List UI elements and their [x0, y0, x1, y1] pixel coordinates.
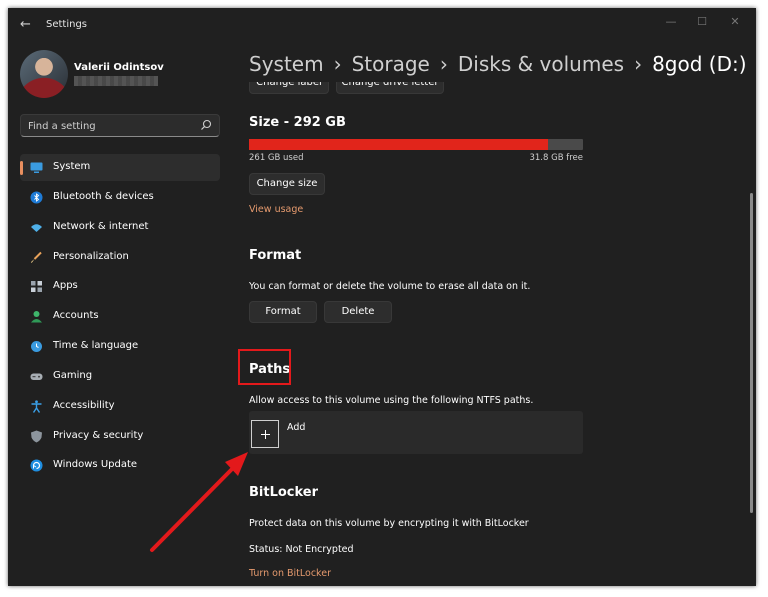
- back-arrow-icon[interactable]: ←: [20, 18, 34, 32]
- brush-icon: [31, 251, 42, 263]
- breadcrumb-disks-volumes[interactable]: Disks & volumes: [458, 52, 624, 76]
- sidebar-item-bluetooth[interactable]: Bluetooth & devices: [20, 184, 220, 211]
- annotation-highlight-box: [238, 349, 291, 385]
- sidebar-item-label: Apps: [53, 280, 78, 292]
- format-button[interactable]: Format: [249, 301, 317, 323]
- settings-window: ← Settings — ☐ ✕ Valerii Odintsov System…: [8, 8, 756, 586]
- paths-description: Allow access to this volume using the fo…: [249, 395, 534, 406]
- add-label: Add: [287, 422, 306, 433]
- search-box[interactable]: [20, 114, 220, 137]
- change-size-button[interactable]: Change size: [249, 173, 325, 195]
- add-path-row[interactable]: Add: [249, 411, 583, 454]
- turn-on-bitlocker-link[interactable]: Turn on BitLocker: [249, 568, 331, 579]
- scrollbar[interactable]: [750, 193, 753, 513]
- wifi-icon: [31, 223, 42, 232]
- usage-bar: [249, 139, 583, 150]
- breadcrumb-current: 8god (D:): [652, 52, 747, 76]
- apps-icon: [31, 281, 42, 293]
- sidebar-item-system[interactable]: System: [20, 154, 220, 181]
- sidebar-item-apps[interactable]: Apps: [20, 273, 220, 300]
- bitlocker-title: BitLocker: [249, 485, 319, 500]
- format-description: You can format or delete the volume to e…: [249, 281, 531, 292]
- sidebar-item-gaming[interactable]: Gaming: [20, 363, 220, 390]
- system-icon: [30, 162, 43, 173]
- sidebar-item-personalization[interactable]: Personalization: [20, 244, 220, 271]
- breadcrumb: System › Storage › Disks & volumes › 8god (D:): [249, 52, 747, 76]
- size-title: Size - 292 GB: [249, 115, 346, 130]
- active-indicator: [20, 161, 23, 175]
- breadcrumb-storage[interactable]: Storage: [352, 52, 430, 76]
- sidebar-item-label: Time & language: [53, 340, 139, 352]
- avatar[interactable]: [20, 50, 68, 98]
- profile-email-redacted: [74, 76, 158, 86]
- chevron-right-icon: ›: [439, 52, 448, 76]
- gamepad-icon: [30, 373, 43, 380]
- globe-clock-icon: [31, 341, 42, 353]
- change-label-button[interactable]: Change label: [249, 82, 329, 94]
- close-button[interactable]: ✕: [724, 13, 746, 31]
- sidebar-item-label: Windows Update: [53, 459, 138, 471]
- sidebar-item-label: Accessibility: [53, 399, 115, 411]
- search-icon[interactable]: [199, 118, 213, 132]
- maximize-button[interactable]: ☐: [691, 13, 713, 31]
- breadcrumb-system[interactable]: System: [249, 52, 324, 76]
- app-title: Settings: [46, 19, 88, 30]
- bluetooth-icon: [30, 191, 43, 204]
- profile-name: Valerii Odintsov: [74, 62, 164, 73]
- sidebar-item-accessibility[interactable]: Accessibility: [20, 393, 220, 420]
- chevron-right-icon: ›: [333, 52, 342, 76]
- sidebar-item-network[interactable]: Network & internet: [20, 214, 220, 241]
- chevron-right-icon: ›: [634, 52, 643, 76]
- sidebar-item-label: Privacy & security: [53, 429, 144, 441]
- change-drive-letter-button[interactable]: Change drive letter: [336, 82, 444, 94]
- sidebar-item-privacy-security[interactable]: Privacy & security: [20, 423, 220, 450]
- account-icon: [31, 311, 42, 323]
- search-input[interactable]: [28, 119, 188, 133]
- view-usage-link[interactable]: View usage: [249, 204, 303, 215]
- plus-icon[interactable]: [251, 420, 279, 448]
- bitlocker-description: Protect data on this volume by encryptin…: [249, 518, 529, 529]
- sidebar-nav: System Bluetooth & devices Network & int…: [20, 154, 220, 482]
- format-title: Format: [249, 248, 302, 263]
- minimize-button[interactable]: —: [660, 13, 682, 31]
- sidebar-item-accounts[interactable]: Accounts: [20, 303, 220, 330]
- sidebar-item-label: Network & internet: [53, 220, 149, 232]
- sidebar-item-label: Personalization: [53, 250, 129, 262]
- bitlocker-status: Status: Not Encrypted: [249, 544, 354, 555]
- accessibility-icon: [31, 400, 42, 413]
- update-icon: [30, 459, 43, 472]
- sidebar-item-windows-update[interactable]: Windows Update: [20, 452, 220, 479]
- sidebar-item-label: System: [53, 161, 91, 172]
- sidebar-item-label: Gaming: [53, 369, 93, 381]
- usage-bar-fill: [249, 139, 548, 150]
- scrolled-button-row: Change label Change drive letter: [249, 82, 449, 94]
- delete-button[interactable]: Delete: [324, 301, 392, 323]
- used-label: 261 GB used: [249, 153, 304, 163]
- sidebar-item-time-language[interactable]: Time & language: [20, 333, 220, 360]
- sidebar-item-label: Bluetooth & devices: [53, 190, 154, 202]
- title-bar: ← Settings — ☐ ✕: [8, 8, 756, 40]
- shield-icon: [31, 430, 42, 443]
- free-label: 31.8 GB free: [529, 153, 583, 163]
- sidebar-item-label: Accounts: [53, 310, 99, 322]
